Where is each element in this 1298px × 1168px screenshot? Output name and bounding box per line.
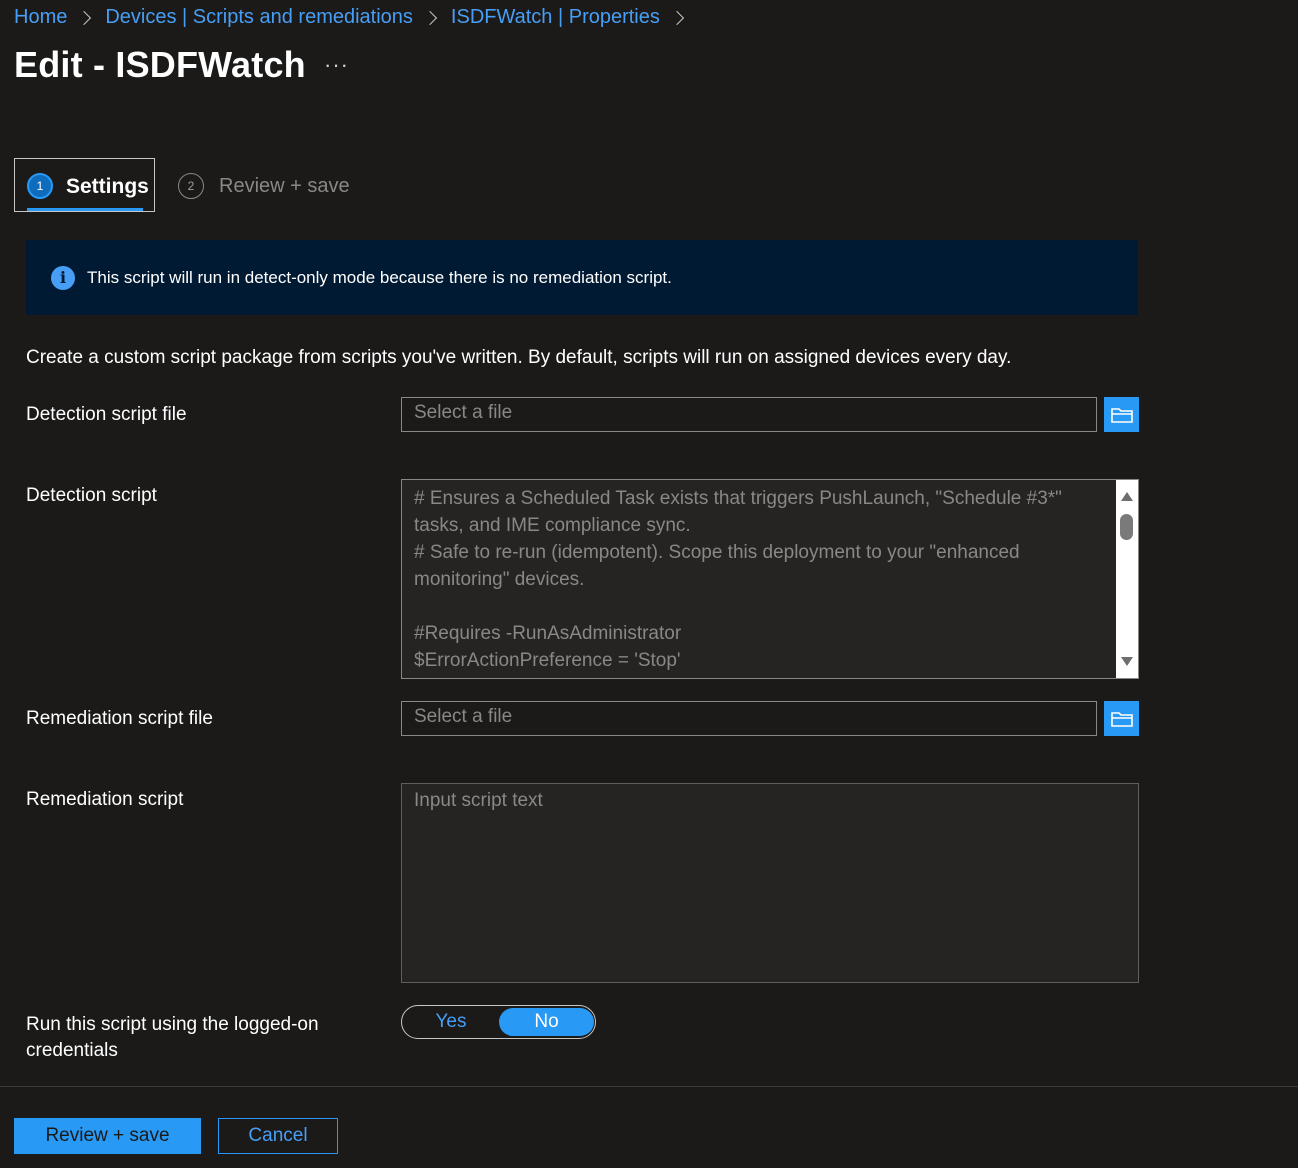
active-tab-indicator: [27, 208, 143, 211]
tab-review-save-label: Review + save: [219, 174, 350, 197]
scroll-down-icon[interactable]: [1121, 657, 1133, 666]
form-description: Create a custom script package from scri…: [26, 347, 1012, 368]
detection-script-text: # Ensures a Scheduled Task exists that t…: [414, 488, 1062, 671]
remediation-file-input[interactable]: Select a file: [401, 701, 1097, 736]
cancel-button[interactable]: Cancel: [218, 1118, 338, 1154]
more-options-icon[interactable]: ···: [324, 52, 349, 78]
toggle-no-option[interactable]: No: [499, 1008, 594, 1036]
detection-browse-button[interactable]: [1104, 397, 1139, 432]
chevron-right-icon: [669, 10, 684, 25]
remediation-file-label: Remediation script file: [26, 708, 213, 729]
tab-settings-label: Settings: [66, 175, 149, 198]
detection-file-label: Detection script file: [26, 404, 187, 425]
folder-icon: [1110, 407, 1133, 423]
detection-file-input[interactable]: Select a file: [401, 397, 1097, 432]
breadcrumb-isdfwatch-properties[interactable]: ISDFWatch | Properties: [451, 6, 660, 29]
remediation-script-label: Remediation script: [26, 789, 184, 810]
tab-review-save[interactable]: 2 Review + save: [178, 168, 350, 204]
breadcrumb-devices-scripts[interactable]: Devices | Scripts and remediations: [105, 6, 413, 29]
info-banner: i This script will run in detect-only mo…: [26, 240, 1138, 315]
toggle-yes-option[interactable]: Yes: [403, 1007, 499, 1037]
detection-script-scrollbar[interactable]: [1116, 480, 1138, 678]
info-banner-text: This script will run in detect-only mode…: [87, 267, 672, 287]
run-as-logged-on-label: Run this script using the logged-on cred…: [26, 1014, 319, 1061]
folder-icon: [1110, 711, 1133, 727]
info-icon: i: [51, 265, 75, 290]
remediation-browse-button[interactable]: [1104, 701, 1139, 736]
page-title: Edit - ISDFWatch: [14, 44, 306, 85]
breadcrumb-home[interactable]: Home: [14, 6, 67, 29]
tab-settings[interactable]: 1 Settings: [14, 158, 155, 212]
detection-script-textarea[interactable]: # Ensures a Scheduled Task exists that t…: [401, 479, 1139, 679]
scroll-up-icon[interactable]: [1121, 492, 1133, 501]
run-as-logged-on-toggle: Yes No: [401, 1005, 596, 1039]
step-number-badge: 1: [27, 173, 53, 199]
footer-divider: [0, 1086, 1298, 1087]
detection-script-label: Detection script: [26, 485, 157, 506]
step-number-badge: 2: [178, 173, 204, 199]
breadcrumb: Home Devices | Scripts and remediations …: [14, 6, 698, 29]
scroll-thumb[interactable]: [1120, 514, 1133, 540]
review-save-button[interactable]: Review + save: [14, 1118, 201, 1154]
chevron-right-icon: [422, 10, 437, 25]
chevron-right-icon: [77, 10, 92, 25]
remediation-script-textarea[interactable]: Input script text: [401, 783, 1139, 983]
